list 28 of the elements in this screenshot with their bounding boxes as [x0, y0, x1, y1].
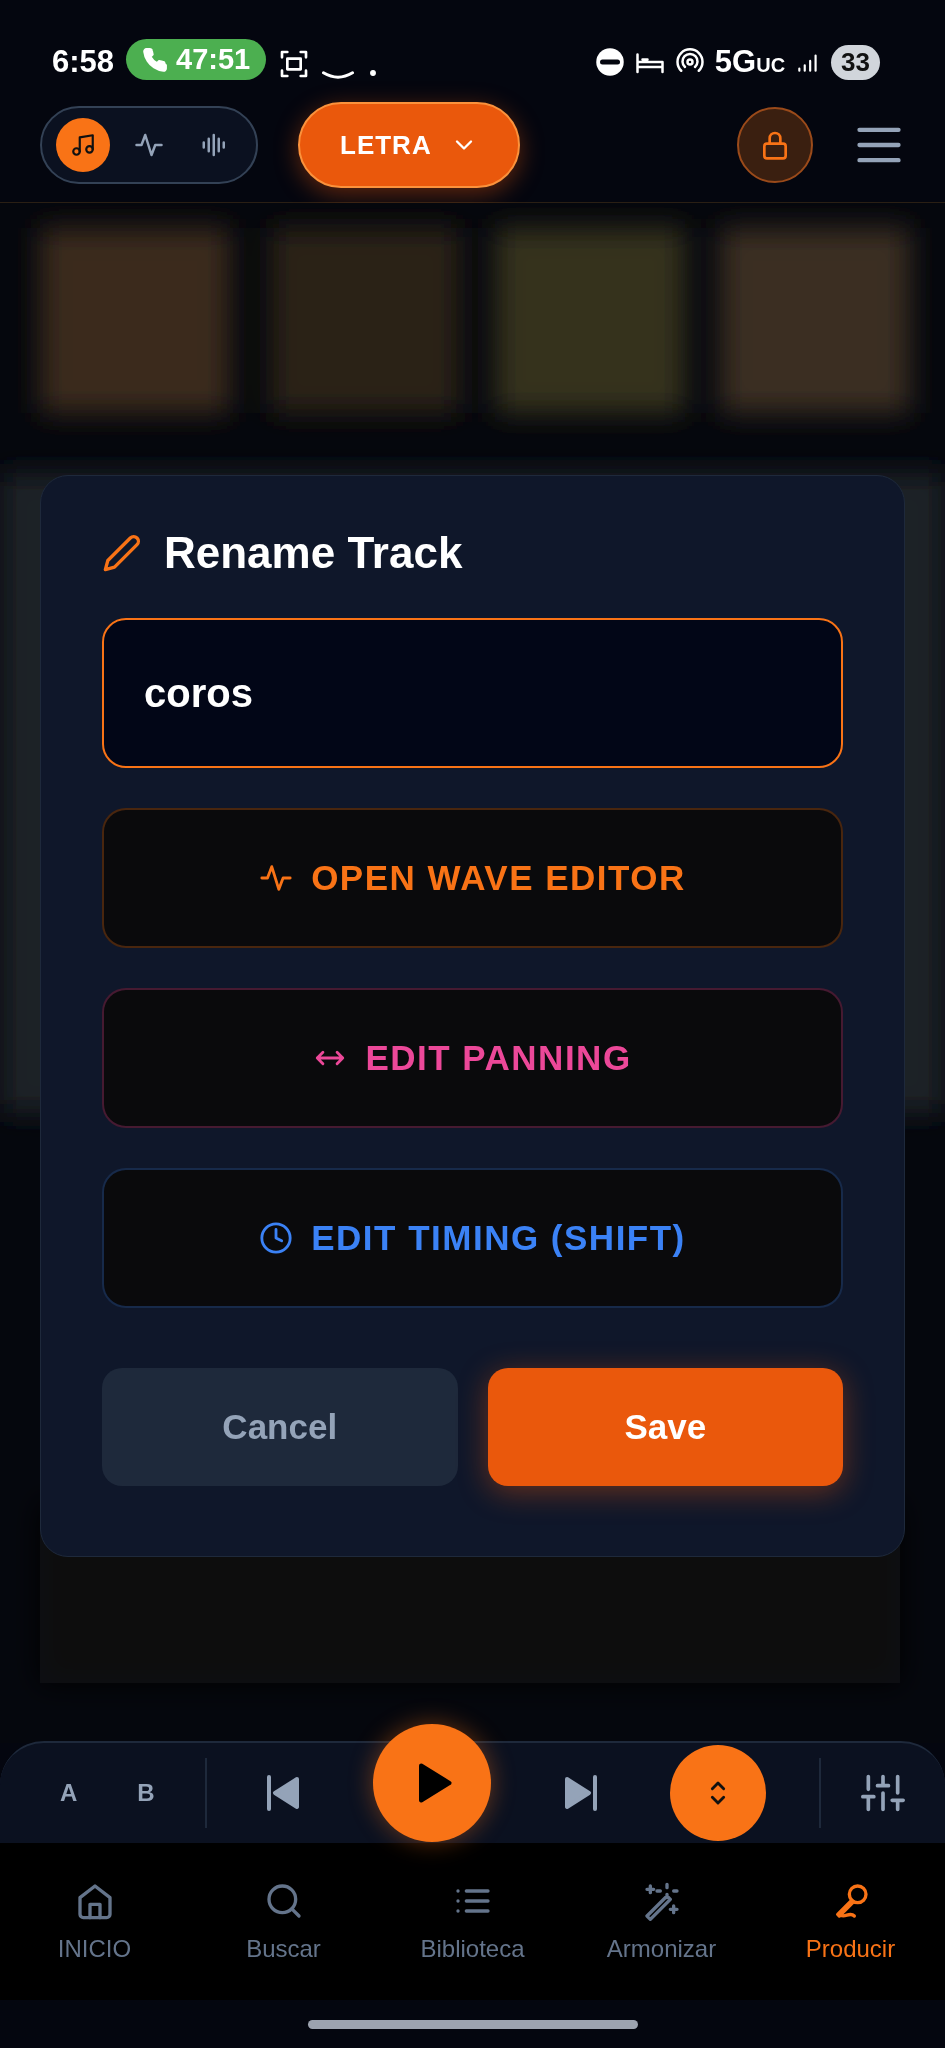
view-dropdown[interactable]: LETRA	[298, 102, 520, 188]
network-type: 5GUC	[714, 44, 786, 80]
clock-icon	[259, 1221, 294, 1255]
action-button[interactable]: EDIT PANNING	[102, 988, 843, 1128]
save-button[interactable]: Save	[487, 1368, 843, 1486]
nav-tab[interactable]: Armonizar	[567, 1880, 756, 1963]
nav-tab[interactable]: INICIO	[0, 1880, 189, 1963]
clock-time: 6:58	[52, 44, 115, 80]
dialog-title: Rename Track	[164, 528, 463, 578]
play-button[interactable]	[373, 1724, 492, 1842]
action-button[interactable]: OPEN WAVE EDITOR	[102, 808, 843, 948]
call-chip[interactable]: 47:51	[126, 39, 267, 80]
phone-icon	[142, 46, 169, 73]
nav-tab[interactable]: Biblioteca	[378, 1880, 567, 1963]
do-not-disturb-icon	[594, 47, 625, 77]
loop-point-button[interactable]: B	[137, 1779, 155, 1807]
smile-arc-icon	[322, 70, 355, 80]
battery-level: 33	[831, 44, 880, 80]
track-name-field[interactable]: coros	[102, 618, 843, 768]
cancel-button[interactable]: Cancel	[102, 1368, 458, 1486]
mode-tab[interactable]	[56, 118, 110, 172]
music-note-icon	[70, 132, 96, 158]
pencil-icon	[102, 533, 142, 573]
action-button[interactable]: EDIT TIMING (SHIFT)	[102, 1168, 843, 1308]
nav-tab[interactable]: Buscar	[189, 1880, 378, 1963]
nav-tab[interactable]: Producir	[756, 1880, 945, 1963]
call-duration: 47:51	[176, 43, 251, 76]
loop-point-button[interactable]: A	[60, 1779, 78, 1807]
